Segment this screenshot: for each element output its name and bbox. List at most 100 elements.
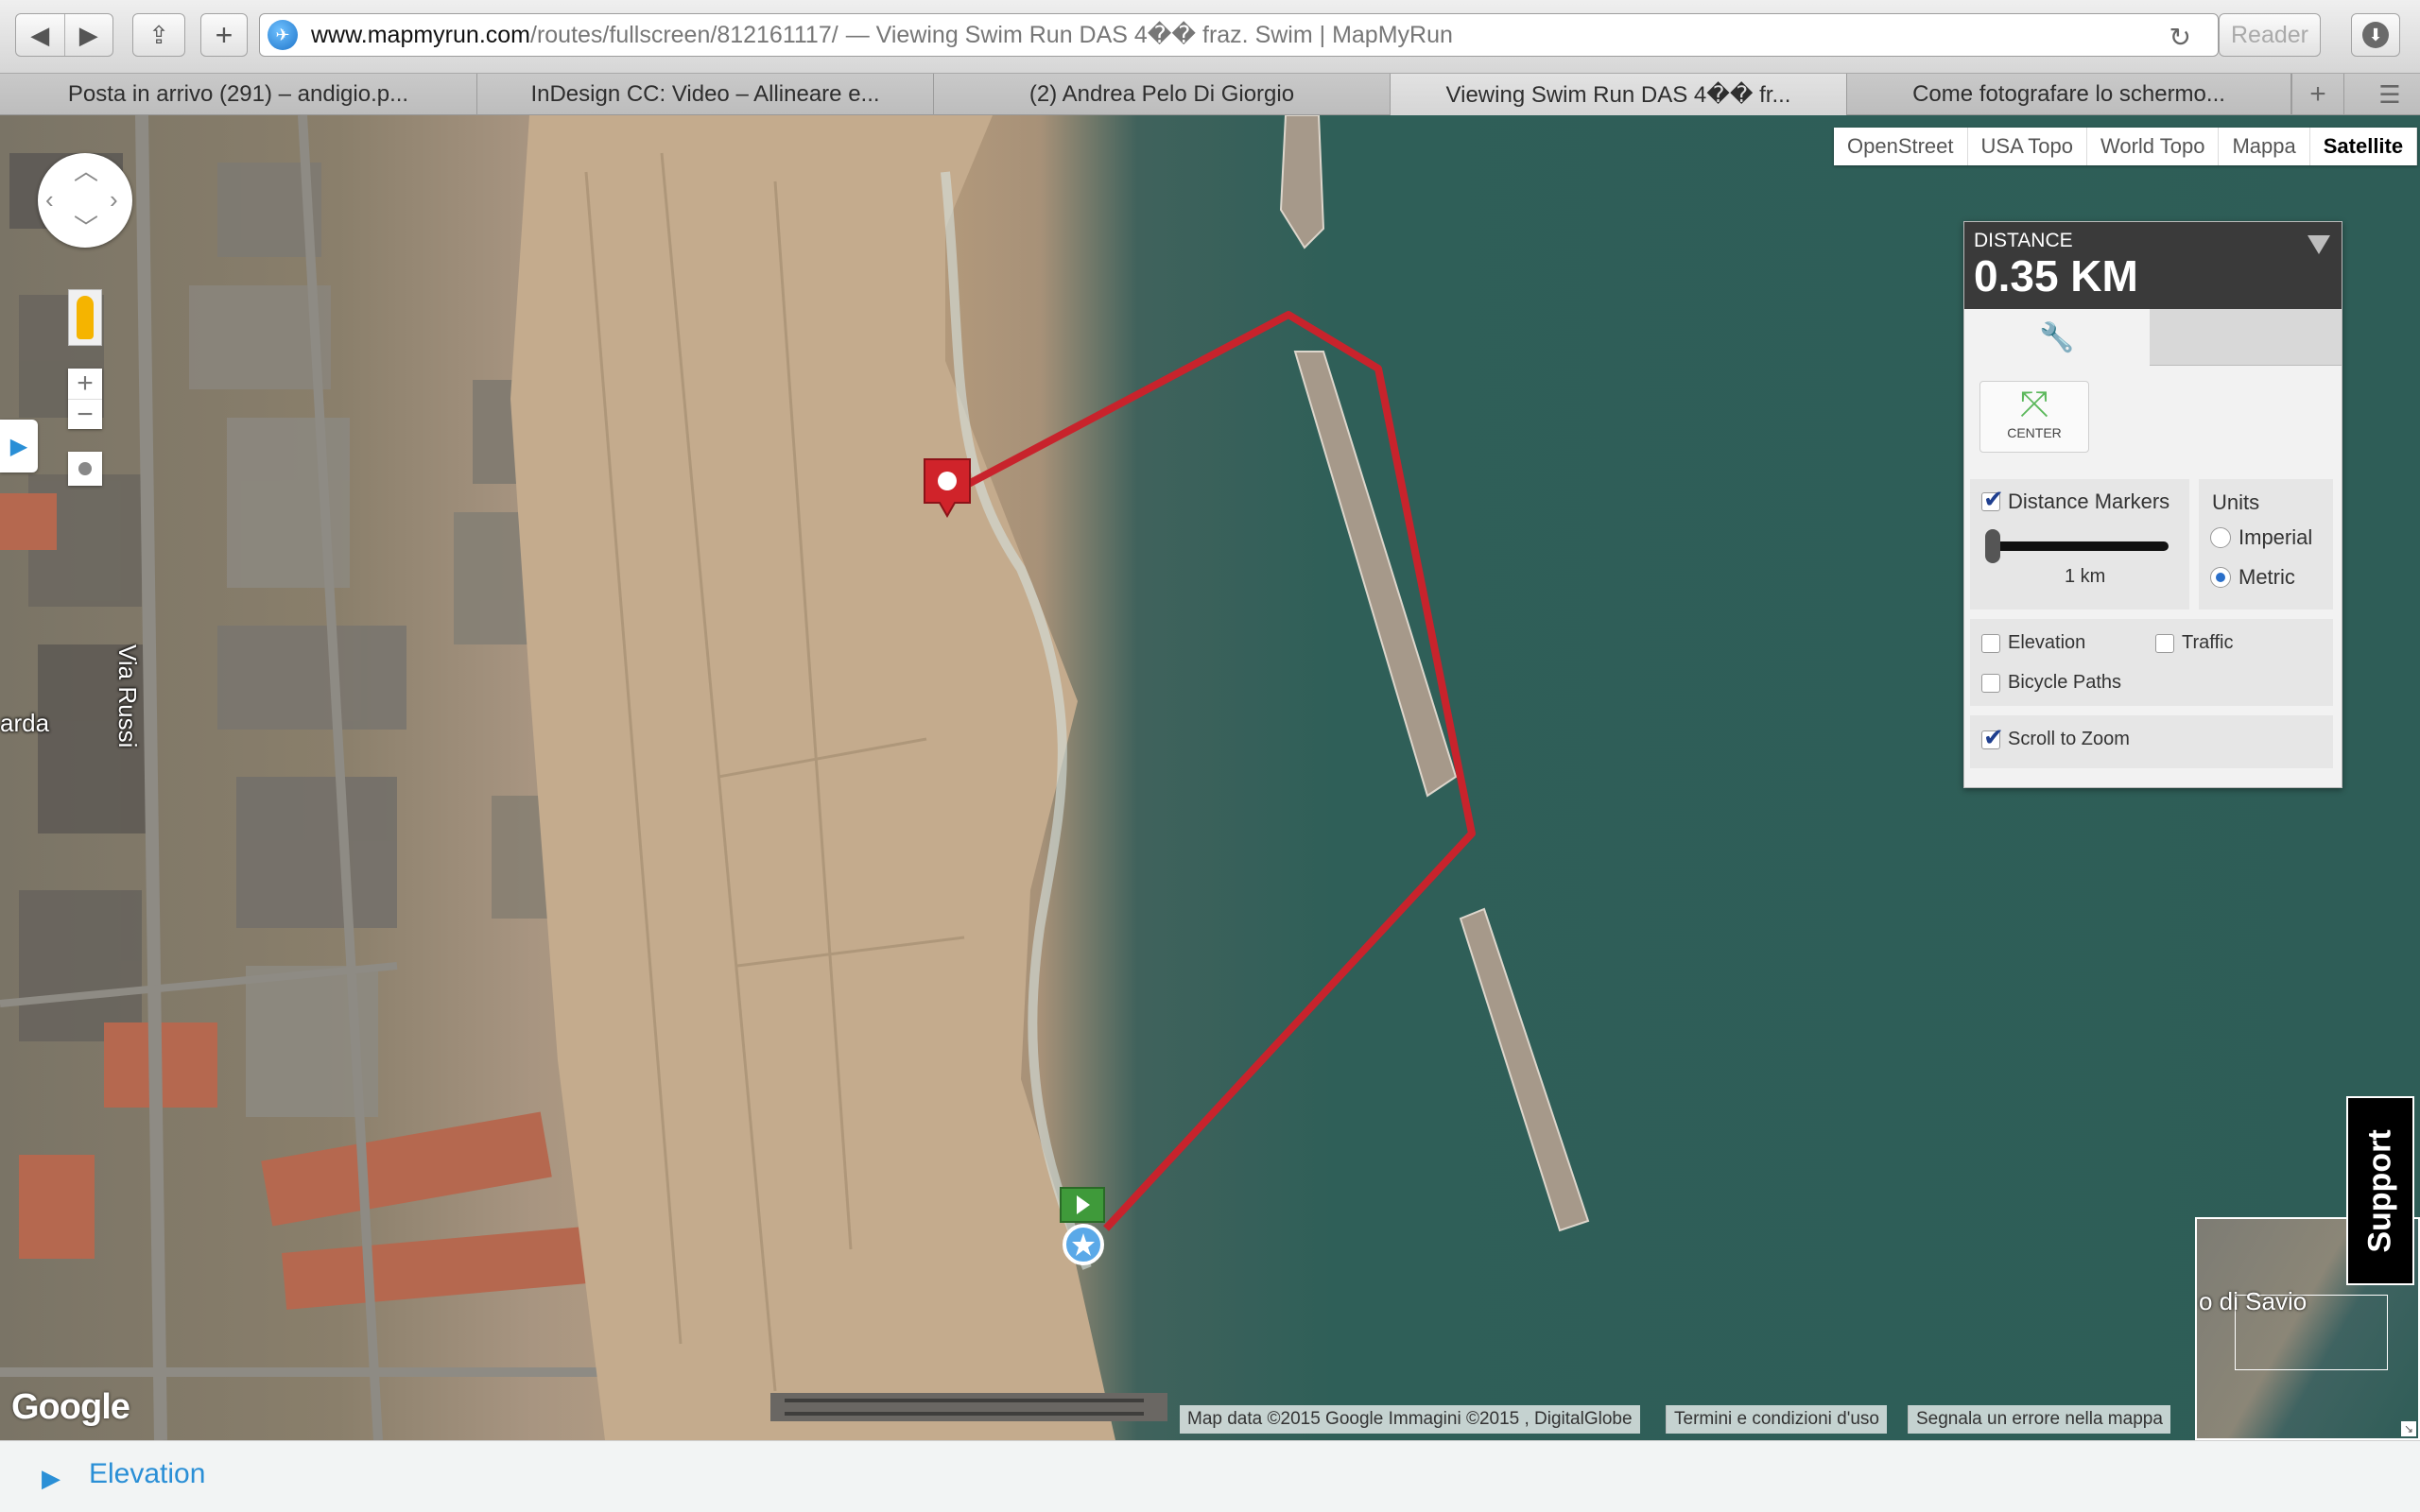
tab-label: Viewing Swim Run DAS 4�� fr... <box>1445 81 1791 108</box>
metric-label: Metric <box>2238 565 2295 590</box>
elevation-label: Elevation <box>2008 632 2086 654</box>
sidebar-toggle-button[interactable]: ▶ <box>0 420 38 472</box>
pan-left-icon[interactable]: ‹ <box>45 187 54 212</box>
imperial-radio[interactable] <box>2210 527 2231 549</box>
locate-icon <box>78 462 92 475</box>
downloads-button[interactable]: ⬇ <box>2351 13 2400 57</box>
map-data-attribution: Map data ©2015 Google Immagini ©2015 , D… <box>1180 1405 1640 1434</box>
expand-triangle-icon[interactable]: ▶ <box>42 1464 60 1493</box>
tab-label: Come fotografare lo schermo... <box>1912 81 2225 107</box>
tab-bar: Posta in arrivo (291) – andigio.p... InD… <box>0 74 2420 115</box>
plus-icon: + <box>215 17 233 52</box>
center-label: CENTER <box>2007 425 2062 440</box>
secondary-tab[interactable] <box>2150 309 2342 366</box>
support-tab[interactable]: Support <box>2346 1096 2414 1285</box>
elevation-footer: ▶ Elevation <box>0 1440 2420 1512</box>
distance-markers-option[interactable]: Distance Markers <box>1981 486 2170 514</box>
elevation-option[interactable]: Elevation <box>1981 632 2085 654</box>
address-bar[interactable]: ✈ www.mapmyrun.com /routes/fullscreen/81… <box>259 13 2219 57</box>
share-icon: ⇪ <box>148 20 169 49</box>
terms-link[interactable]: Termini e condizioni d'uso <box>1666 1405 1887 1434</box>
browser-tab-mapmyrun[interactable]: Viewing Swim Run DAS 4�� fr... <box>1391 74 1847 115</box>
map-type-usa-topo[interactable]: USA Topo <box>1967 128 2087 165</box>
tab-label: Posta in arrivo (291) – andigio.p... <box>67 81 409 107</box>
traffic-label: Traffic <box>2182 632 2234 654</box>
browser-toolbar: ◀ ▶ ⇪ + ✈ www.mapmyrun.com /routes/fulls… <box>0 0 2420 74</box>
download-icon: ⬇ <box>2362 22 2389 48</box>
add-tab-button[interactable]: + <box>2291 74 2344 115</box>
elevation-checkbox[interactable] <box>1981 633 2000 653</box>
pan-right-icon[interactable]: › <box>110 187 118 212</box>
distance-markers-slider[interactable] <box>1989 541 2169 551</box>
locate-button[interactable] <box>68 452 102 486</box>
map-type-world-topo[interactable]: World Topo <box>2086 128 2220 165</box>
map-type-selector: OpenStreet USA Topo World Topo Mappa Sat… <box>1834 128 2418 165</box>
traffic-option[interactable]: Traffic <box>2155 632 2233 654</box>
layers-box: Elevation Traffic Bicycle Paths <box>1970 619 2333 706</box>
scroll-zoom-box: Scroll to Zoom <box>1970 715 2333 768</box>
bicycle-paths-checkbox[interactable] <box>1981 673 2000 693</box>
bicycle-paths-option[interactable]: Bicycle Paths <box>1981 672 2121 694</box>
distance-markers-checkbox[interactable] <box>1981 486 2004 514</box>
browser-tab-facebook[interactable]: (2) Andrea Pelo Di Giorgio <box>934 74 1391 115</box>
finish-marker-icon[interactable] <box>923 457 972 524</box>
new-tab-button[interactable]: + <box>200 13 248 57</box>
start-marker-icon[interactable] <box>1059 1186 1108 1267</box>
plus-icon: + <box>2309 78 2326 110</box>
distance-header: DISTANCE 0.35 KM <box>1964 222 2342 309</box>
browser-tab-mail[interactable]: Posta in arrivo (291) – andigio.p... <box>0 74 477 115</box>
center-arrows-icon: ⤧ <box>2019 385 2049 424</box>
metric-radio[interactable] <box>2210 567 2231 589</box>
bicycle-paths-label: Bicycle Paths <box>2008 672 2122 694</box>
map-canvas[interactable]: OpenStreet USA Topo World Topo Mappa Sat… <box>0 115 2420 1440</box>
street-view-pegman-icon[interactable] <box>68 289 102 346</box>
map-type-mappa[interactable]: Mappa <box>2219 128 2310 165</box>
units-imperial-option[interactable]: Imperial <box>2210 524 2312 550</box>
zoom-out-button[interactable]: − <box>68 399 102 430</box>
site-favicon-icon: ✈ <box>268 20 298 50</box>
google-logo: Google <box>11 1387 130 1427</box>
overview-toggle-icon[interactable]: ↘ <box>2401 1421 2416 1436</box>
imperial-label: Imperial <box>2238 525 2313 550</box>
distance-value: 0.35 KM <box>1974 251 2138 301</box>
tab-label: InDesign CC: Video – Allineare e... <box>530 81 880 107</box>
elevation-toggle[interactable]: Elevation <box>89 1458 205 1490</box>
support-label: Support <box>2361 1128 2398 1253</box>
distance-markers-slider-handle[interactable] <box>1985 529 2000 563</box>
browser-tab-indesign[interactable]: InDesign CC: Video – Allineare e... <box>477 74 934 115</box>
browser-tab-screenshot[interactable]: Come fotografare lo schermo... <box>1847 74 2291 115</box>
scroll-to-zoom-checkbox[interactable] <box>1981 724 2004 752</box>
distance-panel-tabs: 🔧 <box>1964 309 2342 366</box>
pan-up-icon[interactable]: ︿ <box>74 159 98 183</box>
back-button[interactable]: ◀ <box>16 14 64 56</box>
center-button[interactable]: ⤧ CENTER <box>1979 381 2089 453</box>
pan-down-icon[interactable]: ﹀ <box>74 215 98 240</box>
zoom-in-button[interactable]: + <box>68 369 102 399</box>
reader-label: Reader <box>2231 21 2308 48</box>
traffic-checkbox[interactable] <box>2155 633 2174 653</box>
tab-overview-icon: ☰ <box>2378 79 2401 109</box>
units-metric-option[interactable]: Metric <box>2210 564 2295 590</box>
tab-overview-button[interactable]: ☰ <box>2363 74 2416 115</box>
map-type-satellite[interactable]: Satellite <box>2309 128 2418 165</box>
map-type-openstreet[interactable]: OpenStreet <box>1834 128 1968 165</box>
share-button[interactable]: ⇪ <box>132 13 185 57</box>
tab-label: (2) Andrea Pelo Di Giorgio <box>1028 81 1295 107</box>
street-label-via-russi: Via Russi <box>113 644 142 748</box>
url-page-title: — Viewing Swim Run DAS 4�� fraz. Swim | … <box>845 22 1453 48</box>
forward-arrow-icon: ▶ <box>78 20 98 49</box>
collapse-triangle-icon[interactable] <box>2308 235 2330 254</box>
report-error-link[interactable]: Segnala un errore nella mappa <box>1908 1405 2170 1434</box>
distance-markers-label: Distance Markers <box>2008 490 2170 514</box>
distance-label: DISTANCE <box>1974 230 2073 251</box>
units-box: Units Imperial Metric <box>2199 479 2333 610</box>
reload-icon[interactable]: ↻ <box>2169 22 2191 53</box>
units-title: Units <box>2212 490 2260 514</box>
pan-control[interactable]: ︿ ﹀ ‹ › <box>38 153 132 248</box>
scroll-to-zoom-option[interactable]: Scroll to Zoom <box>1981 724 2130 752</box>
wrench-icon: 🔧 <box>2039 321 2075 353</box>
forward-button[interactable]: ▶ <box>63 14 113 56</box>
reader-button[interactable]: Reader <box>2219 13 2321 57</box>
tools-tab[interactable]: 🔧 <box>1964 309 2150 366</box>
scroll-to-zoom-label: Scroll to Zoom <box>2008 729 2130 750</box>
